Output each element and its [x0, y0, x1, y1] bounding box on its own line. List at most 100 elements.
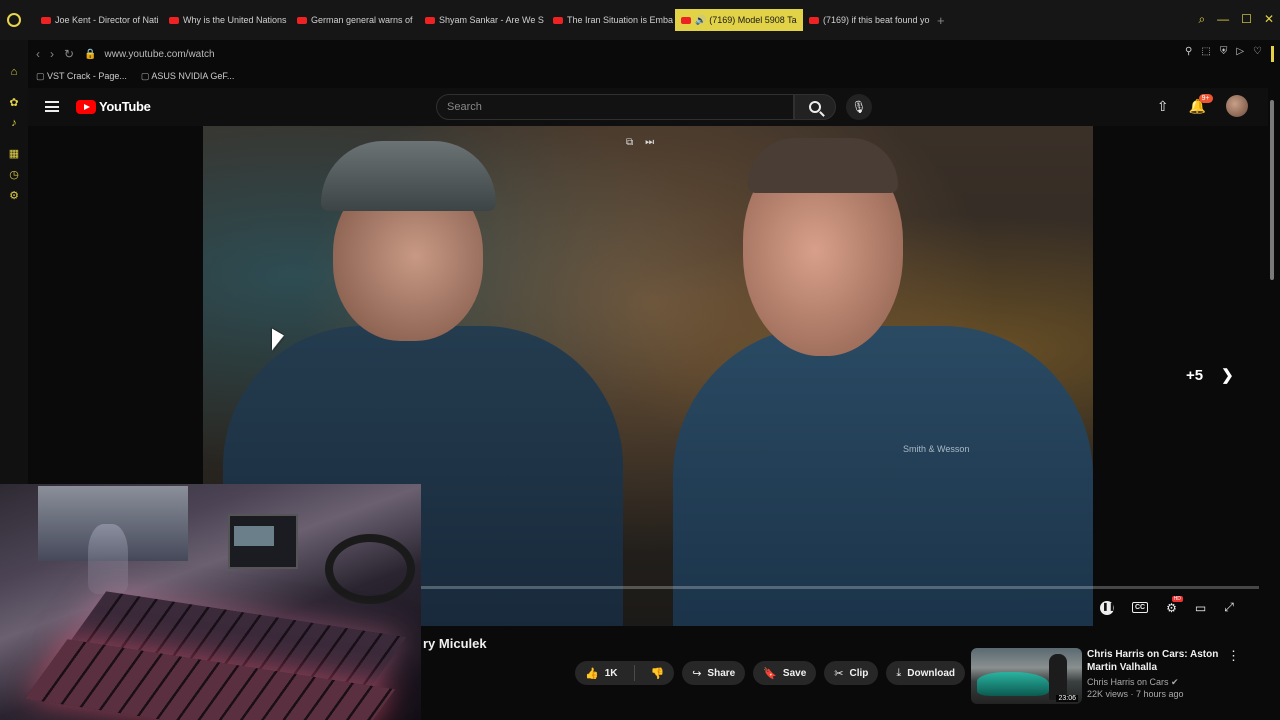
reload-icon[interactable]: ↻: [64, 47, 74, 61]
video-thumbnail[interactable]: 23:06: [971, 648, 1082, 704]
clip-label: Clip: [849, 667, 869, 679]
chatgpt-icon[interactable]: ✿: [7, 96, 21, 109]
address-bar: ‹ › ↻ 🔒 www.youtube.com/watch ⚲ ⬚ ⛨ ▷ ♡: [28, 42, 1280, 66]
browser-tab[interactable]: Why is the United Nations: [163, 9, 291, 31]
settings-gear-icon[interactable]: ⚙: [7, 189, 21, 202]
endscreen-more[interactable]: +5 ❯: [1186, 366, 1234, 385]
webcam-scene: [88, 524, 128, 594]
browser-logo-icon[interactable]: [7, 13, 21, 27]
player-controls: CC ⚙HD ▭ ⤢: [1100, 595, 1234, 615]
search-input[interactable]: Search: [436, 94, 794, 120]
autoplay-toggle[interactable]: [1100, 600, 1115, 615]
menu-icon[interactable]: [45, 101, 59, 112]
browser-tab[interactable]: The Iran Situation is Emba: [547, 9, 675, 31]
browser-tab[interactable]: Shyam Sankar - Are We S: [419, 9, 547, 31]
tab-label: (7169) Model 5908 Ta: [709, 15, 797, 25]
download-button[interactable]: ⤓ Download: [886, 661, 966, 685]
youtube-play-icon: [76, 99, 96, 114]
avatar[interactable]: [1226, 95, 1248, 117]
microphone-icon: 🎙: [851, 100, 867, 114]
next-video-icon[interactable]: ⏭: [645, 137, 654, 148]
webcam-scene: [234, 526, 274, 546]
tiktok-icon[interactable]: ♪: [7, 117, 21, 129]
divider: [633, 665, 635, 681]
extensions-icon[interactable]: ▦: [7, 147, 21, 160]
new-tab-button[interactable]: +: [937, 13, 945, 28]
tab-label: German general warns of: [311, 15, 413, 25]
tab-label: Joe Kent - Director of Nati: [55, 15, 159, 25]
recommended-title[interactable]: Chris Harris on Cars: Aston Martin Valha…: [1087, 648, 1227, 674]
share-label: Share: [707, 667, 736, 679]
channel-name: Chris Harris on Cars: [1087, 677, 1169, 687]
browser-tab[interactable]: German general warns of: [291, 9, 419, 31]
window-controls: ⌕ — ☐ ✕: [1198, 12, 1274, 27]
close-icon[interactable]: ✕: [1264, 12, 1274, 27]
browser-tab[interactable]: Joe Kent - Director of Nati: [35, 9, 163, 31]
captions-button[interactable]: CC: [1132, 602, 1149, 613]
play-icon[interactable]: ▷: [1236, 46, 1244, 62]
page-scrollbar[interactable]: [1270, 100, 1274, 280]
tab-label: Why is the United Nations: [183, 15, 287, 25]
more-vertical-icon[interactable]: ⋮: [1227, 648, 1240, 664]
thumbnail-car: [977, 672, 1049, 696]
url-field[interactable]: www.youtube.com/watch: [105, 49, 215, 60]
like-dislike-group: 👍 1K 👎: [575, 661, 675, 685]
recommended-video[interactable]: 23:06 Chris Harris on Cars: Aston Martin…: [971, 648, 1271, 708]
browser-tab-active[interactable]: 🔊 (7169) Model 5908 Ta: [675, 9, 803, 31]
like-count: 1K: [604, 667, 618, 679]
aria-icon[interactable]: ⌂: [7, 66, 21, 78]
thumbs-down-icon: 👎: [650, 667, 665, 680]
thumbs-up-icon: 👍: [585, 667, 599, 680]
player-top-controls: ⧉ ⏭: [626, 137, 654, 148]
speaker-icon[interactable]: 🔊: [695, 15, 706, 26]
gear-icon: ⚙: [1166, 600, 1177, 615]
share-icon: ↪: [692, 667, 702, 680]
bookmark-item[interactable]: VST Crack - Page...: [36, 71, 127, 82]
youtube-favicon-icon: [681, 16, 691, 24]
lock-icon[interactable]: 🔒: [84, 49, 96, 60]
bookmark-icon: 🔖: [763, 667, 777, 680]
bookmark-item[interactable]: ASUS NVIDIA GeF...: [141, 71, 234, 82]
like-button[interactable]: 👍 1K: [575, 661, 628, 685]
pin-icon[interactable]: ⚲: [1185, 46, 1192, 62]
hd-badge: HD: [1171, 595, 1183, 602]
video-duration: 23:06: [1056, 695, 1078, 702]
search-tabs-icon[interactable]: ⌕: [1198, 12, 1205, 27]
recommended-channel[interactable]: Chris Harris on Cars ✔: [1087, 677, 1179, 688]
upload-icon[interactable]: ⇧: [1157, 98, 1169, 115]
heart-icon[interactable]: ♡: [1253, 46, 1262, 62]
youtube-logo[interactable]: YouTube: [76, 99, 151, 114]
browser-tab[interactable]: (7169) if this beat found yo: [803, 9, 931, 31]
video-frame-person: [673, 326, 1093, 626]
miniplayer-icon[interactable]: ⧉: [626, 137, 633, 148]
fullscreen-icon[interactable]: ⤢: [1224, 600, 1234, 615]
video-actions: 👍1K 👎 ↪Share 🔖Save ✂Clip ⤓Download •••: [575, 661, 998, 685]
video-title: ry Miculek: [423, 636, 487, 651]
tab-label: (7169) if this beat found yo: [823, 15, 930, 25]
maximize-icon[interactable]: ☐: [1241, 12, 1252, 27]
chevron-right-icon[interactable]: ❯: [1221, 366, 1234, 384]
snapshot-icon[interactable]: ⬚: [1201, 46, 1210, 62]
save-button[interactable]: 🔖 Save: [753, 661, 817, 685]
address-bar-actions: ⚲ ⬚ ⛨ ▷ ♡: [1185, 46, 1274, 62]
theater-mode-icon[interactable]: ▭: [1195, 601, 1206, 615]
search-button[interactable]: [794, 94, 836, 120]
sidebar-toggle-bar[interactable]: [1271, 46, 1274, 62]
webcam-scene: [325, 534, 415, 604]
youtube-favicon-icon: [553, 16, 563, 24]
forward-icon[interactable]: ›: [50, 47, 54, 61]
dislike-button[interactable]: 👎: [641, 661, 675, 685]
back-icon[interactable]: ‹: [36, 47, 40, 61]
shield-icon[interactable]: ⛨: [1220, 46, 1228, 62]
settings-button[interactable]: ⚙ HD: [1166, 595, 1183, 615]
verified-icon: ✔: [1171, 677, 1179, 687]
video-frame-person: [321, 141, 496, 211]
notifications-button[interactable]: 🔔 9+: [1189, 93, 1213, 115]
history-icon[interactable]: ◷: [7, 168, 21, 181]
clip-button[interactable]: ✂ Clip: [824, 661, 879, 685]
webcam-overlay: [0, 484, 421, 720]
share-button[interactable]: ↪ Share: [682, 661, 746, 685]
voice-search-button[interactable]: 🎙: [846, 94, 872, 120]
youtube-favicon-icon: [297, 16, 307, 24]
minimize-icon[interactable]: —: [1217, 12, 1229, 27]
